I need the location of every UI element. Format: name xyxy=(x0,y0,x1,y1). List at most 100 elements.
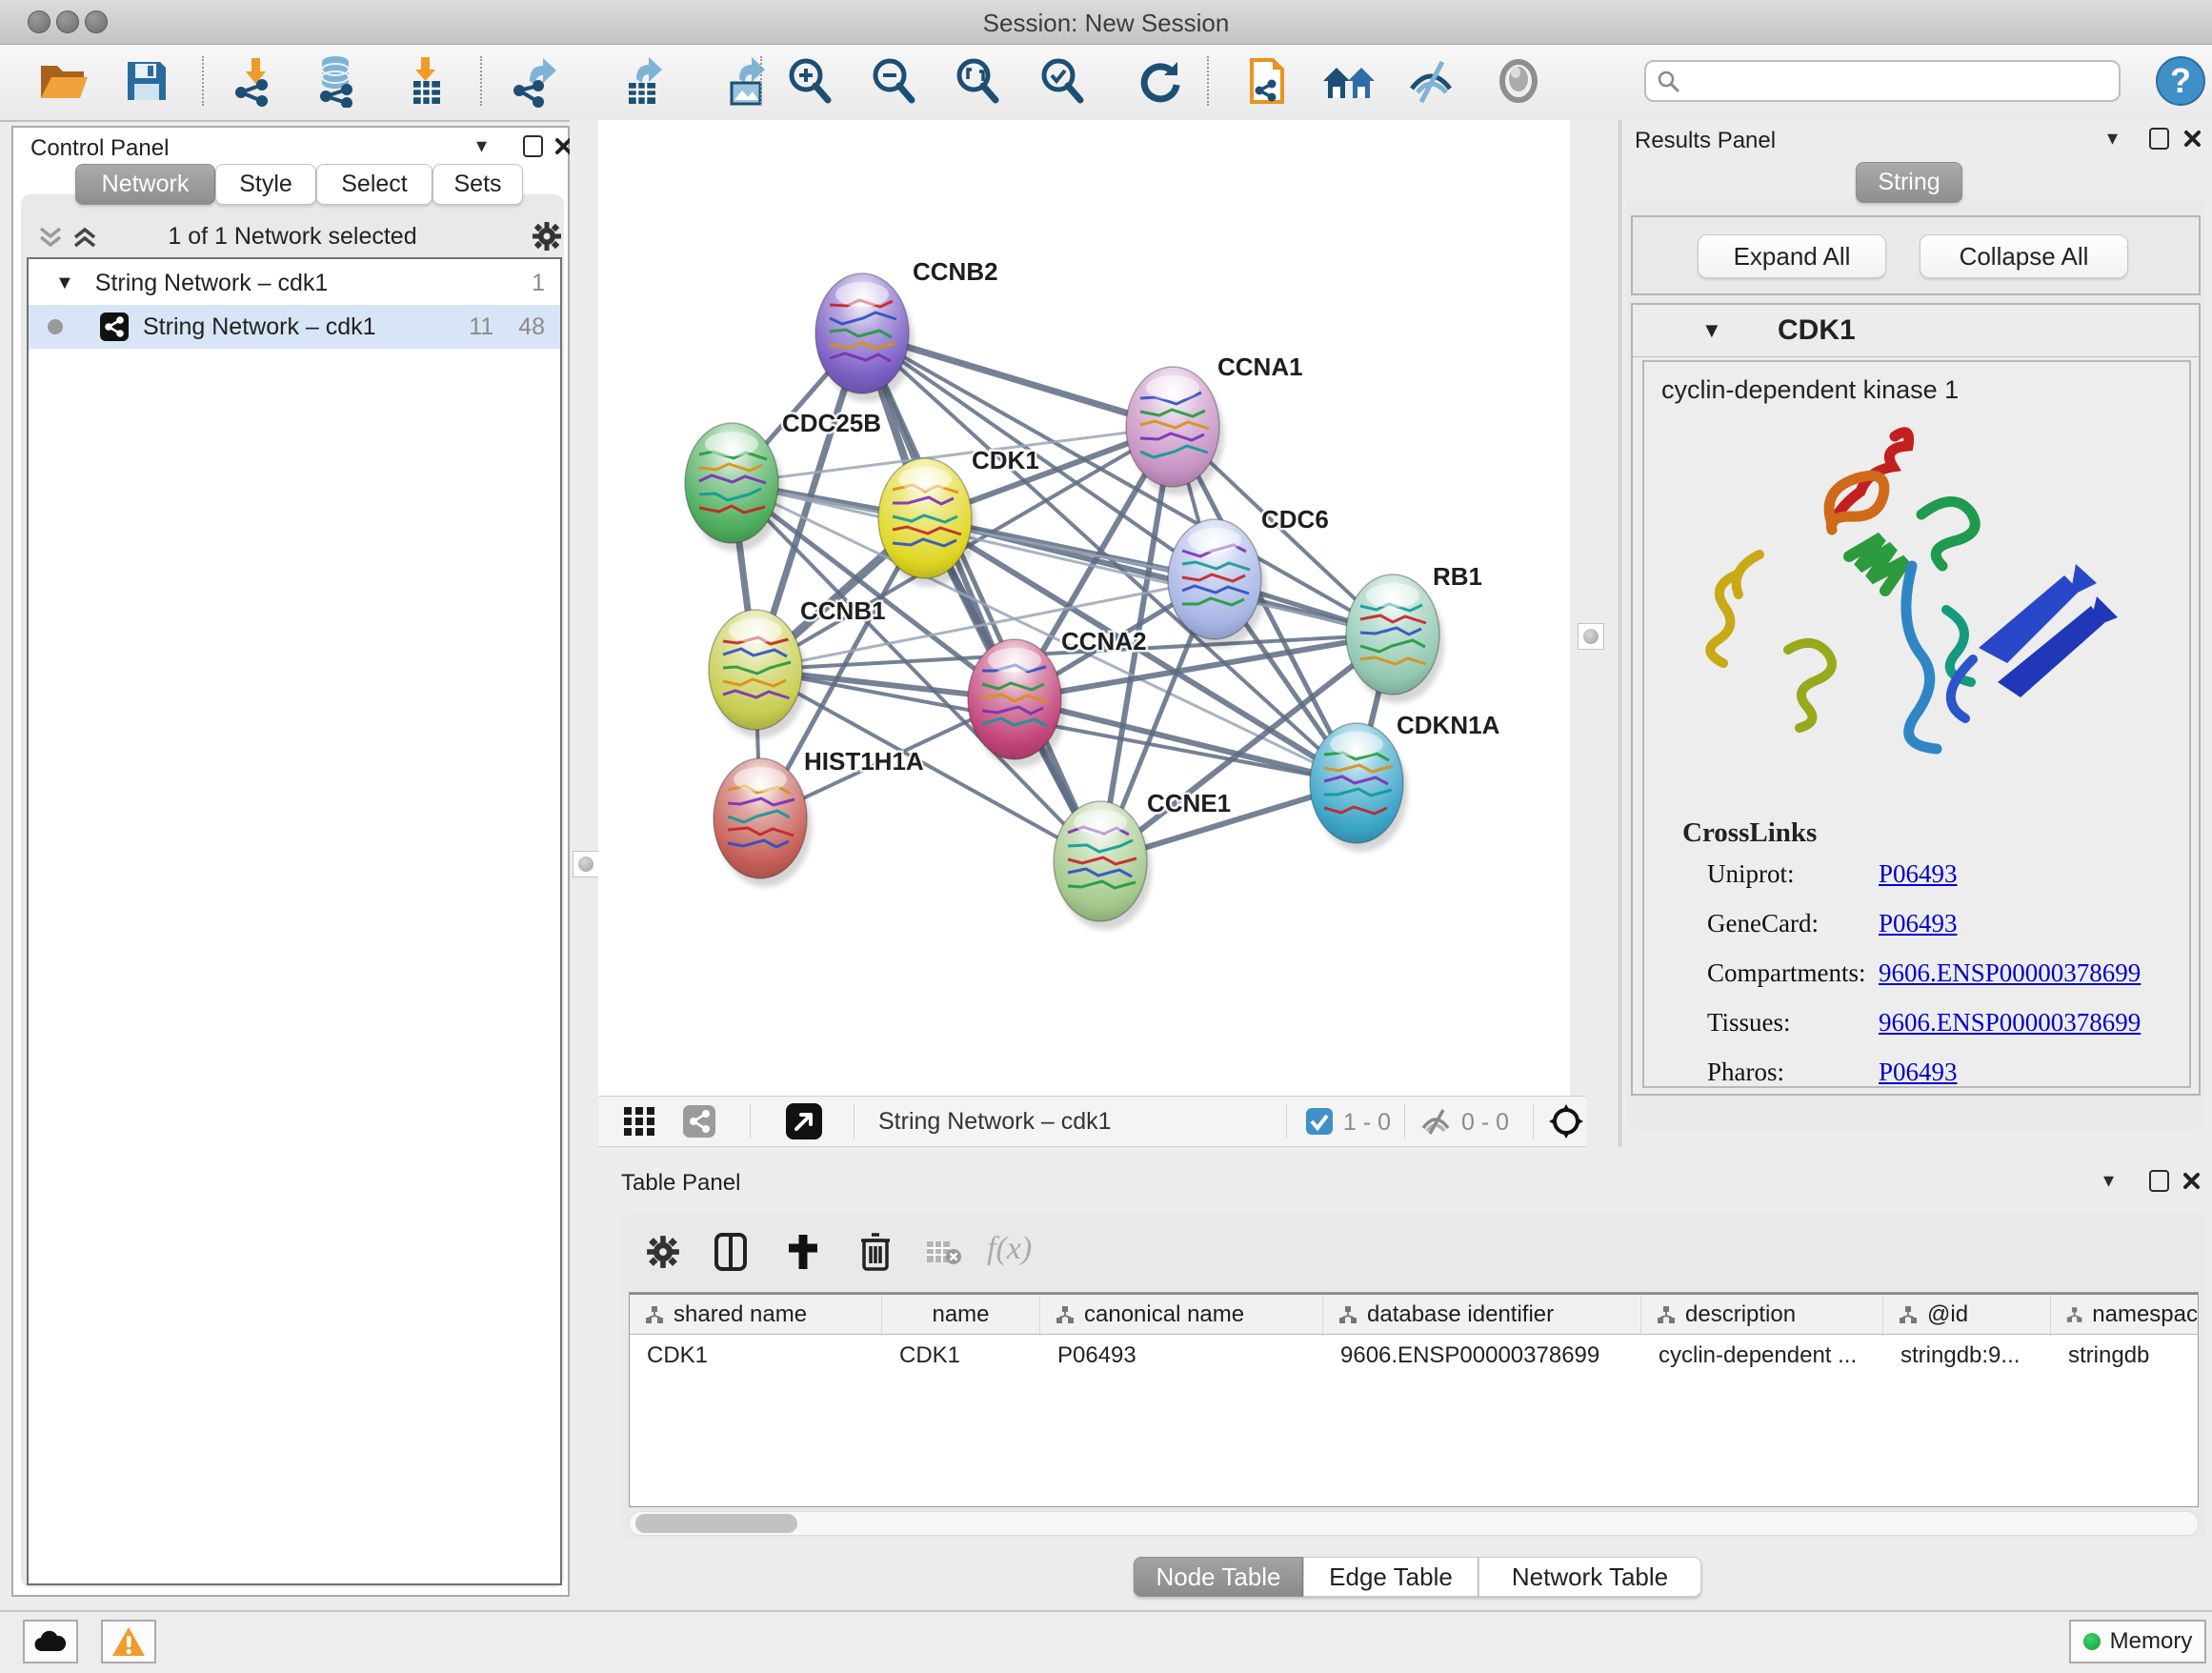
crosslink-tissues[interactable]: 9606.ENSP00000378699 xyxy=(1879,1008,2141,1038)
hidden-eye-icon[interactable] xyxy=(1419,1107,1452,1136)
memory-status-dot-icon xyxy=(2083,1633,2101,1650)
column-type-icon xyxy=(645,1305,664,1324)
right-splitter-handle[interactable] xyxy=(1578,623,1604,650)
tab-network-table[interactable]: Network Table xyxy=(1478,1557,1701,1597)
network-graph[interactable]: CCNB2CCNA1CDC25BCDK1CDC6RB1CCNB1CCNA2CDK… xyxy=(598,120,1570,1096)
network-current-dot-icon xyxy=(48,319,63,334)
expand-collapse-bar: Expand All Collapse All xyxy=(1631,215,2201,295)
column-header[interactable]: canonical name xyxy=(1040,1295,1323,1334)
column-type-icon xyxy=(1338,1305,1357,1324)
node-label: CCNA2 xyxy=(1061,627,1147,655)
delete-table-icon xyxy=(926,1239,962,1267)
network-view-badge-icon[interactable] xyxy=(682,1104,716,1139)
export-image-button[interactable] xyxy=(719,50,778,111)
node-label: CCNB1 xyxy=(800,596,886,625)
network-collection-row[interactable]: ▼ String Network – cdk1 1 xyxy=(29,261,560,305)
birds-eye-view-icon[interactable] xyxy=(1547,1102,1585,1140)
toolbar-separator xyxy=(760,56,762,106)
table-panel-collapse-icon[interactable]: ▾ xyxy=(2103,1170,2114,1191)
expand-all-button[interactable]: Expand All xyxy=(1698,234,1886,278)
export-table-button[interactable] xyxy=(614,50,674,111)
results-panel-float-icon[interactable] xyxy=(2149,128,2169,150)
crosslinks-title: CrossLinks xyxy=(1682,817,1817,849)
memory-button[interactable]: Memory xyxy=(2069,1620,2206,1663)
column-header[interactable]: namespac xyxy=(2051,1295,2198,1334)
toolbar-separator xyxy=(480,56,482,106)
tab-sets[interactable]: Sets xyxy=(432,164,523,205)
crosslink-compartments[interactable]: 9606.ENSP00000378699 xyxy=(1879,958,2141,988)
toolbar-separator xyxy=(750,1104,751,1139)
home-button[interactable] xyxy=(1319,50,1378,111)
scrollbar-thumb[interactable] xyxy=(635,1514,797,1533)
detach-view-icon[interactable] xyxy=(785,1102,823,1140)
network-canvas[interactable]: CCNB2CCNA1CDC25BCDK1CDC6RB1CCNB1CCNA2CDK… xyxy=(598,120,1570,1096)
apply-layout-button[interactable] xyxy=(1131,50,1190,111)
tree-expanded-icon[interactable]: ▼ xyxy=(55,272,74,294)
import-network-file-button[interactable] xyxy=(226,50,285,111)
zoom-in-button[interactable] xyxy=(780,50,839,111)
warning-icon xyxy=(111,1626,146,1657)
control-panel-float-icon[interactable] xyxy=(523,135,543,157)
help-button[interactable]: ? xyxy=(2151,50,2210,111)
table-gear-icon[interactable] xyxy=(646,1235,680,1269)
table-header-row: shared name name canonical name database… xyxy=(630,1293,2198,1335)
grid-view-icon[interactable] xyxy=(623,1106,655,1137)
left-splitter[interactable] xyxy=(570,120,598,1147)
tab-node-table[interactable]: Node Table xyxy=(1134,1557,1303,1597)
crosslink-uniprot[interactable]: P06493 xyxy=(1879,859,1958,889)
table-panel-close-icon[interactable] xyxy=(2182,1172,2201,1190)
table-panel-float-icon[interactable] xyxy=(2149,1170,2169,1192)
toolbar-separator xyxy=(1533,1104,1534,1139)
save-session-button[interactable] xyxy=(117,50,176,111)
column-type-icon xyxy=(1899,1305,1918,1324)
collapse-all-button[interactable]: Collapse All xyxy=(1920,234,2128,278)
tab-style[interactable]: Style xyxy=(215,164,316,205)
column-header[interactable]: @id xyxy=(1883,1295,2051,1334)
tab-edge-table[interactable]: Edge Table xyxy=(1303,1557,1478,1597)
entry-collapse-icon[interactable]: ▼ xyxy=(1701,318,1722,343)
results-panel-close-icon[interactable] xyxy=(2183,130,2202,148)
zoom-out-button[interactable] xyxy=(864,50,923,111)
results-panel-collapse-icon[interactable]: ▾ xyxy=(2107,128,2118,149)
column-header[interactable]: name xyxy=(882,1295,1040,1334)
table-row[interactable]: CDK1 CDK1 P06493 9606.ENSP00000378699 cy… xyxy=(630,1335,2198,1377)
column-header[interactable]: description xyxy=(1641,1295,1883,1334)
network-view-toolbar: String Network – cdk1 1 - 0 0 - 0 xyxy=(598,1096,1586,1147)
open-session-button[interactable] xyxy=(33,50,92,111)
export-network-button[interactable] xyxy=(506,50,565,111)
show-hide-columns-icon[interactable] xyxy=(714,1233,747,1271)
gene-entry-header[interactable]: ▼ CDK1 xyxy=(1633,305,2199,357)
houses-icon xyxy=(1320,56,1377,106)
network-options-gear-icon[interactable] xyxy=(532,221,562,252)
selected-nodes-checkbox-icon[interactable] xyxy=(1305,1107,1334,1136)
hide-unhide-button[interactable] xyxy=(1401,50,1460,111)
network-from-file-button[interactable] xyxy=(1237,50,1297,111)
import-table-button[interactable] xyxy=(397,50,456,111)
selected-counts: 1 - 0 xyxy=(1343,1109,1391,1137)
tab-string[interactable]: String xyxy=(1856,162,1962,203)
protein-structure-image xyxy=(1697,423,2125,804)
tab-network[interactable]: Network xyxy=(75,164,215,205)
tab-select[interactable]: Select xyxy=(316,164,432,205)
network-badge-icon xyxy=(99,312,130,342)
crosslink-pharos[interactable]: P06493 xyxy=(1879,1058,1958,1087)
search-input[interactable] xyxy=(1680,67,2103,95)
column-header[interactable]: shared name xyxy=(630,1295,882,1334)
warnings-button[interactable] xyxy=(101,1620,156,1663)
control-panel-title: Control Panel xyxy=(30,135,169,162)
zoom-fit-button[interactable] xyxy=(948,50,1007,111)
column-header[interactable]: database identifier xyxy=(1323,1295,1641,1334)
zoom-selected-button[interactable] xyxy=(1033,50,1092,111)
gray-orb-button[interactable] xyxy=(1489,50,1548,111)
table-hscrollbar[interactable] xyxy=(629,1511,2199,1536)
gene-description: cyclin-dependent kinase 1 xyxy=(1661,375,1959,405)
network-row[interactable]: String Network – cdk1 11 48 xyxy=(29,305,560,349)
zoom-fit-icon xyxy=(951,54,1004,108)
delete-column-icon[interactable] xyxy=(859,1231,892,1271)
import-network-from-database-button[interactable] xyxy=(308,50,367,111)
control-panel-collapse-icon[interactable]: ▾ xyxy=(476,135,487,156)
left-splitter-handle[interactable] xyxy=(573,851,599,877)
crosslink-genecard[interactable]: P06493 xyxy=(1879,909,1958,938)
cloud-status-button[interactable] xyxy=(23,1620,78,1663)
create-column-icon[interactable] xyxy=(785,1233,821,1271)
